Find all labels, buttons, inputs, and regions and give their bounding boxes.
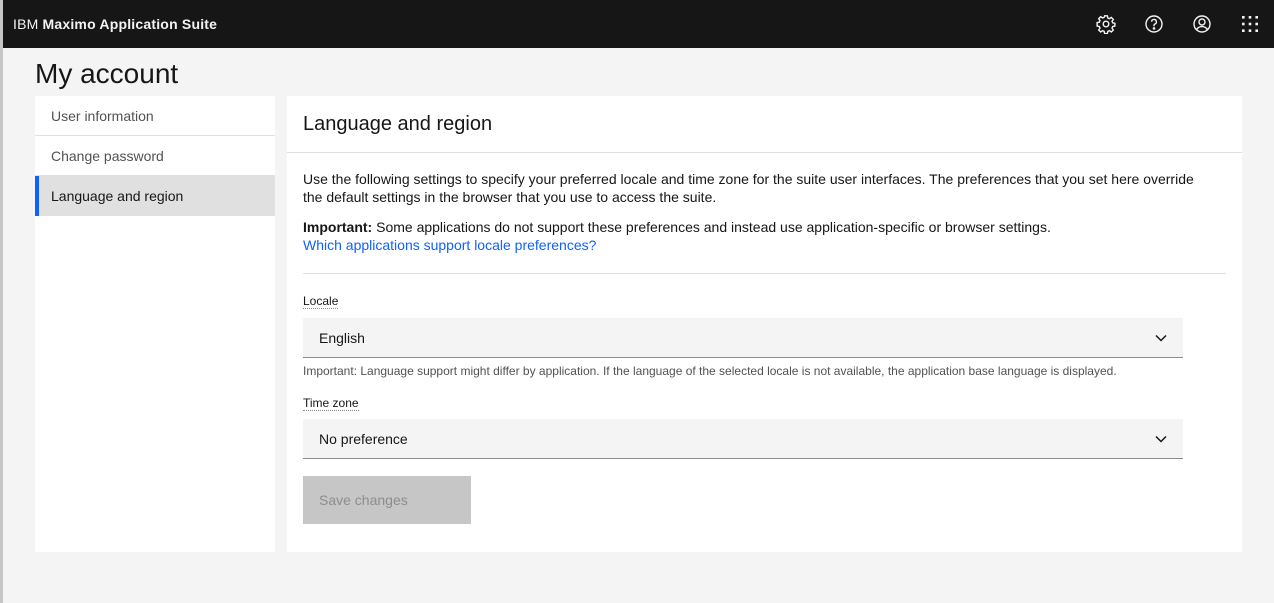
- timezone-label: Time zone: [303, 396, 359, 411]
- app-switcher-button[interactable]: [1226, 0, 1274, 48]
- chevron-down-icon: [1155, 334, 1167, 342]
- help-icon: [1145, 15, 1163, 33]
- sidebar-item-language-and-region[interactable]: Language and region: [35, 176, 275, 216]
- locale-select[interactable]: English: [303, 318, 1183, 358]
- locale-label: Locale: [303, 294, 339, 309]
- section-divider: [303, 273, 1226, 274]
- timezone-select[interactable]: No preference: [303, 419, 1183, 459]
- product-name: Maximo Application Suite: [42, 16, 218, 32]
- panel-body: Use the following settings to specify yo…: [287, 170, 1242, 524]
- settings-button[interactable]: [1082, 0, 1130, 48]
- important-text: Some applications do not support these p…: [372, 219, 1051, 235]
- app-brand[interactable]: IBM Maximo Application Suite: [13, 0, 217, 48]
- header-actions: [1082, 0, 1274, 48]
- user-profile-button[interactable]: [1178, 0, 1226, 48]
- language-region-panel: Language and region Use the following se…: [287, 96, 1242, 552]
- panel-description: Use the following settings to specify yo…: [303, 171, 1194, 205]
- save-changes-button[interactable]: Save changes: [303, 476, 471, 524]
- sidebar-item-change-password[interactable]: Change password: [35, 136, 275, 176]
- account-side-nav: User information Change password Languag…: [35, 96, 275, 552]
- locale-helper-text: Important: Language support might differ…: [303, 364, 1117, 378]
- chevron-down-icon: [1155, 435, 1167, 443]
- form-actions: Save changes: [303, 476, 1226, 524]
- panel-title: Language and region: [287, 96, 1242, 153]
- important-label: Important:: [303, 219, 373, 235]
- gear-icon: [1096, 15, 1116, 34]
- page-title: My account: [35, 58, 179, 89]
- top-bar: IBM Maximo Application Suite: [3, 0, 1274, 48]
- timezone-selected-value: No preference: [319, 430, 408, 447]
- sidebar-item-user-information[interactable]: User information: [35, 96, 275, 136]
- app-switcher-icon: [1242, 16, 1258, 32]
- company-name: IBM: [13, 16, 39, 32]
- user-avatar-icon: [1193, 15, 1211, 33]
- locale-selected-value: English: [319, 329, 365, 346]
- window-left-edge: [0, 0, 3, 603]
- timezone-field: Time zone No preference: [303, 394, 1226, 459]
- important-note: Important: Some applications do not supp…: [303, 218, 1226, 236]
- locale-field: Locale English Important: Language suppo…: [303, 292, 1226, 378]
- help-button[interactable]: [1130, 0, 1178, 48]
- locale-support-link[interactable]: Which applications support locale prefer…: [303, 236, 596, 254]
